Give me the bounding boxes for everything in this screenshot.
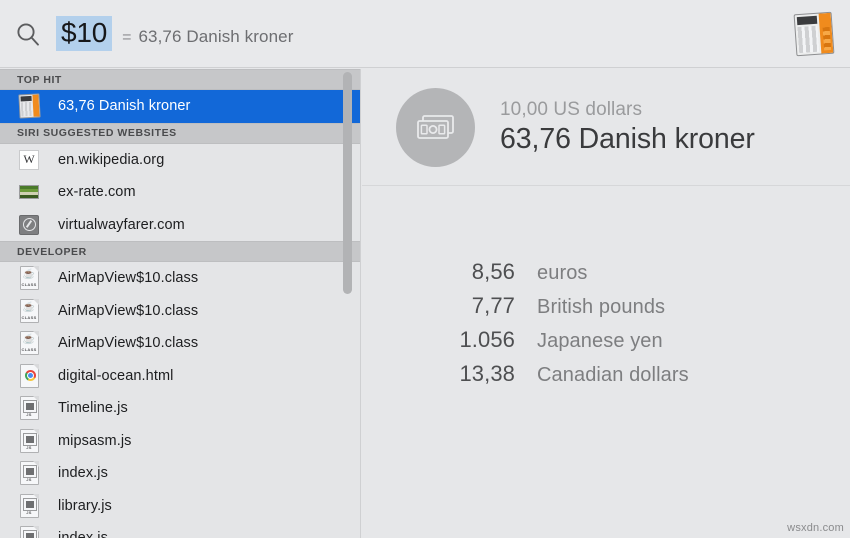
java-class-file-icon: ☕ CLASS [16,330,42,356]
conversion-text: 10,00 US dollars 63,76 Danish kroner [500,99,755,156]
converted-amount: 63,76 Danish kroner [500,122,755,155]
result-row-label: AirMapView$10.class [58,270,199,287]
conversion-row: 7,77 British pounds [362,293,850,327]
result-row-label: ex-rate.com [58,184,136,201]
conversion-value: 13,38 [459,361,515,386]
result-row-label: digital-ocean.html [58,367,174,384]
result-row-label: index.js [58,465,108,482]
result-row[interactable]: ☕ CLASS AirMapView$10.class [0,327,360,360]
banknotes-icon [396,87,475,167]
result-row-label: AirMapView$10.class [58,302,199,319]
section-header: TOP HIT [0,69,360,90]
conversion-hero: 10,00 US dollars 63,76 Danish kroner [362,69,850,186]
conversion-value: 7,77 [471,293,515,318]
result-row-label: mipsasm.js [58,432,132,449]
spotlight-window: $10 = 63,76 Danish kroner TOP HIT 63,76 D… [0,0,850,538]
js-file-icon: JS [16,395,42,421]
java-class-file-icon: ☕ CLASS [16,265,42,291]
scrollbar-thumb[interactable] [343,72,352,294]
result-row[interactable]: Wen.wikipedia.org [0,144,360,177]
result-row-label: Timeline.js [58,400,128,417]
result-row-label: index.js [58,530,108,538]
conversion-row: 8,56 euros [362,259,850,293]
result-row-label: 63,76 Danish kroner [58,98,191,115]
search-icon [0,0,56,68]
search-bar[interactable]: $10 = 63,76 Danish kroner [0,0,850,68]
result-row[interactable]: ☕ CLASS AirMapView$10.class [0,262,360,295]
result-row[interactable]: ☕ CLASS AirMapView$10.class [0,295,360,328]
vertical-scrollbar[interactable] [343,71,352,536]
js-file-icon: JS [16,493,42,519]
preview-panel: 10,00 US dollars 63,76 Danish kroner 8,5… [362,69,850,538]
conversion-value: 1.056 [459,327,515,352]
search-input[interactable]: $10 = 63,76 Danish kroner [56,15,778,52]
result-row[interactable]: digital-ocean.html [0,360,360,393]
js-file-icon: JS [16,525,42,538]
conversion-currency-name: British pounds [537,296,666,318]
result-row[interactable]: JS index.js [0,457,360,490]
safari-compass-icon [16,212,42,238]
result-row-label: en.wikipedia.org [58,151,165,168]
conversion-value: 8,56 [471,259,515,284]
wikipedia-icon: W [16,147,42,173]
results-sidebar[interactable]: TOP HIT 63,76 Danish kroner SIRI SUGGESTED… [0,69,361,538]
js-file-icon: JS [16,460,42,486]
js-file-icon: JS [16,428,42,454]
conversion-currency-name: Japanese yen [537,330,663,352]
source-amount: 10,00 US dollars [500,98,643,120]
section-header: SIRI SUGGESTED WEBSITES [0,122,360,144]
result-row-label: virtualwayfarer.com [58,216,185,233]
conversion-currency-name: euros [537,262,588,284]
other-currencies-list: 8,56 euros 7,77 British pounds 1.056 Japanese… [362,259,850,395]
conversion-currency-name: Canadian dollars [537,364,689,386]
conversion-row: 13,38 Canadian dollars [362,361,850,395]
section-header: DEVELOPER [0,241,360,262]
result-row[interactable]: JS library.js [0,490,360,523]
result-row[interactable]: virtualwayfarer.com [0,209,360,242]
result-row[interactable]: JS Timeline.js [0,392,360,425]
result-row[interactable]: 63,76 Danish kroner [0,90,360,123]
result-row-label: AirMapView$10.class [58,335,199,352]
ex-rate-site-icon [16,179,42,205]
calculator-icon [778,0,850,68]
java-class-file-icon: ☕ CLASS [16,298,42,324]
result-row[interactable]: JS mipsasm.js [0,425,360,458]
result-row-label: library.js [58,497,112,514]
result-row[interactable]: ex-rate.com [0,176,360,209]
calculator-icon [16,93,42,119]
watermark: wsxdn.com [787,522,844,534]
conversion-row: 1.056 Japanese yen [362,327,850,361]
equals-sign: = [122,28,132,46]
inline-conversion-result: 63,76 Danish kroner [138,26,294,46]
search-query-text[interactable]: $10 [56,15,113,52]
chrome-html-file-icon [16,363,42,389]
result-row[interactable]: JS index.js [0,522,360,538]
results-sections: TOP HIT 63,76 Danish kroner SIRI SUGGESTED… [0,69,360,538]
